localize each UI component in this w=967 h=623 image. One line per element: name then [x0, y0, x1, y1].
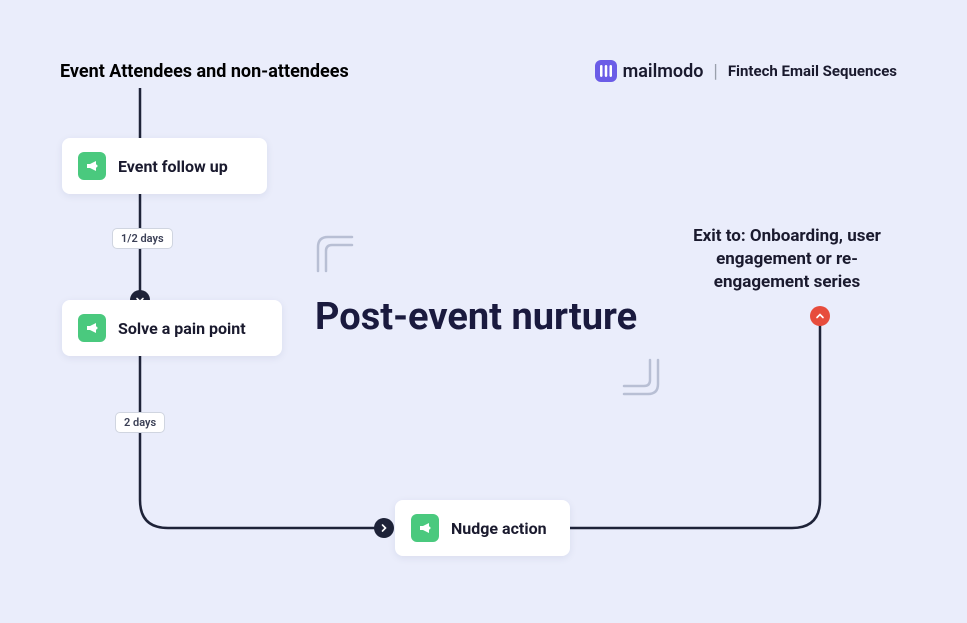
exit-label: Exit to: Onboarding, user engagement or …: [677, 225, 897, 294]
step-nudge-action: Nudge action: [395, 500, 570, 556]
delay-pill-2: 2 days: [115, 412, 165, 433]
chevron-up-icon: [810, 306, 830, 326]
brand-block: mailmodo | Fintech Email Sequences: [595, 60, 897, 82]
megaphone-icon: [78, 152, 106, 180]
brand-separator: |: [713, 61, 717, 82]
entry-label: Event Attendees and non-attendees: [60, 61, 349, 82]
diagram-title: Post-event nurture: [315, 295, 637, 339]
megaphone-icon: [411, 514, 439, 542]
step-solve-pain-point: Solve a pain point: [62, 300, 282, 356]
corner-decoration-icon: [308, 225, 356, 273]
step-label: Nudge action: [451, 519, 547, 538]
brand-name: mailmodo: [623, 61, 704, 82]
brand-subtitle: Fintech Email Sequences: [728, 62, 897, 80]
step-label: Event follow up: [118, 157, 228, 176]
step-label: Solve a pain point: [118, 319, 246, 338]
delay-pill-1: 1/2 days: [112, 228, 173, 249]
corner-decoration-icon: [620, 358, 668, 406]
step-event-follow-up: Event follow up: [62, 138, 267, 194]
brand-logo-icon: [595, 60, 617, 82]
megaphone-icon: [78, 314, 106, 342]
header: Event Attendees and non-attendees mailmo…: [60, 60, 897, 82]
chevron-right-icon: [374, 518, 394, 538]
